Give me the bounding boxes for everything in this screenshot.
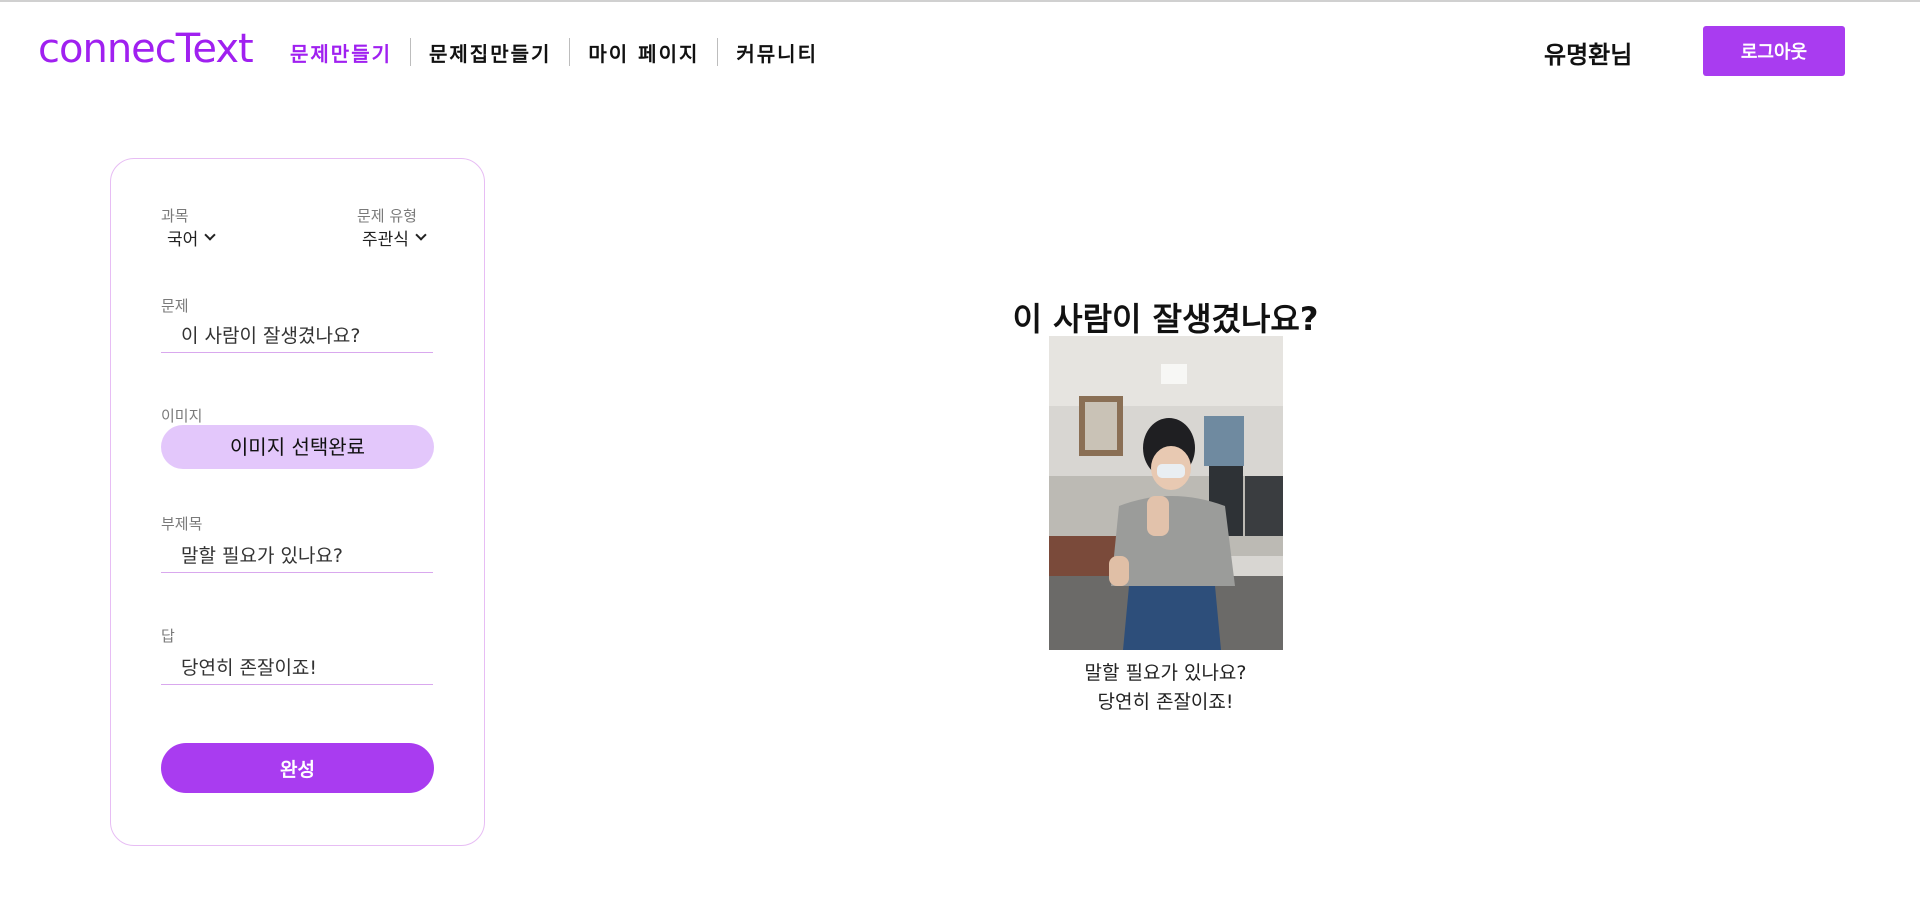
nav-community[interactable]: 커뮤니티	[718, 38, 836, 67]
chevron-down-icon	[204, 229, 216, 241]
user-greeting: 유명환님	[1544, 41, 1633, 69]
nav-make-question[interactable]: 문제만들기	[272, 38, 410, 67]
question-type-select[interactable]: 주관식	[362, 225, 427, 250]
question-type-label: 문제 유형	[357, 207, 417, 225]
preview-title: 이 사람이 잘생겼나요?	[1012, 300, 1319, 338]
subject-value: 국어	[167, 230, 199, 250]
answer-label: 답	[161, 627, 175, 645]
main-nav: 문제만들기 문제집만들기 마이 페이지 커뮤니티	[272, 36, 836, 68]
image-label: 이미지	[161, 407, 203, 425]
preview-image	[1049, 336, 1283, 650]
nav-make-workbook[interactable]: 문제집만들기	[411, 38, 569, 67]
question-type-value: 주관식	[362, 230, 409, 250]
subject-select[interactable]: 국어	[167, 225, 216, 250]
question-input[interactable]: 이 사람이 잘생겼나요?	[161, 315, 433, 353]
preview-subtitle: 말할 필요가 있나요?	[1084, 662, 1247, 684]
nav-my-page[interactable]: 마이 페이지	[570, 38, 717, 67]
logo[interactable]: connecText	[38, 26, 254, 72]
subtitle-label: 부제목	[161, 515, 203, 533]
subject-label: 과목	[161, 207, 189, 225]
question-label: 문제	[161, 297, 189, 315]
question-form-card: 과목 국어 문제 유형 주관식 문제 이 사람이 잘생겼나요? 이미지 이미지 …	[110, 158, 485, 846]
chevron-down-icon	[415, 229, 427, 241]
logout-button[interactable]: 로그아웃	[1703, 26, 1845, 76]
preview-answer: 당연히 존잘이죠!	[1097, 691, 1234, 713]
subtitle-input[interactable]: 말할 필요가 있나요?	[161, 535, 433, 573]
top-header: connecText 문제만들기 문제집만들기 마이 페이지 커뮤니티 유명환님…	[0, 2, 1920, 98]
complete-button[interactable]: 완성	[161, 743, 434, 793]
image-select-button[interactable]: 이미지 선택완료	[161, 425, 434, 469]
answer-input[interactable]: 당연히 존잘이죠!	[161, 647, 433, 685]
